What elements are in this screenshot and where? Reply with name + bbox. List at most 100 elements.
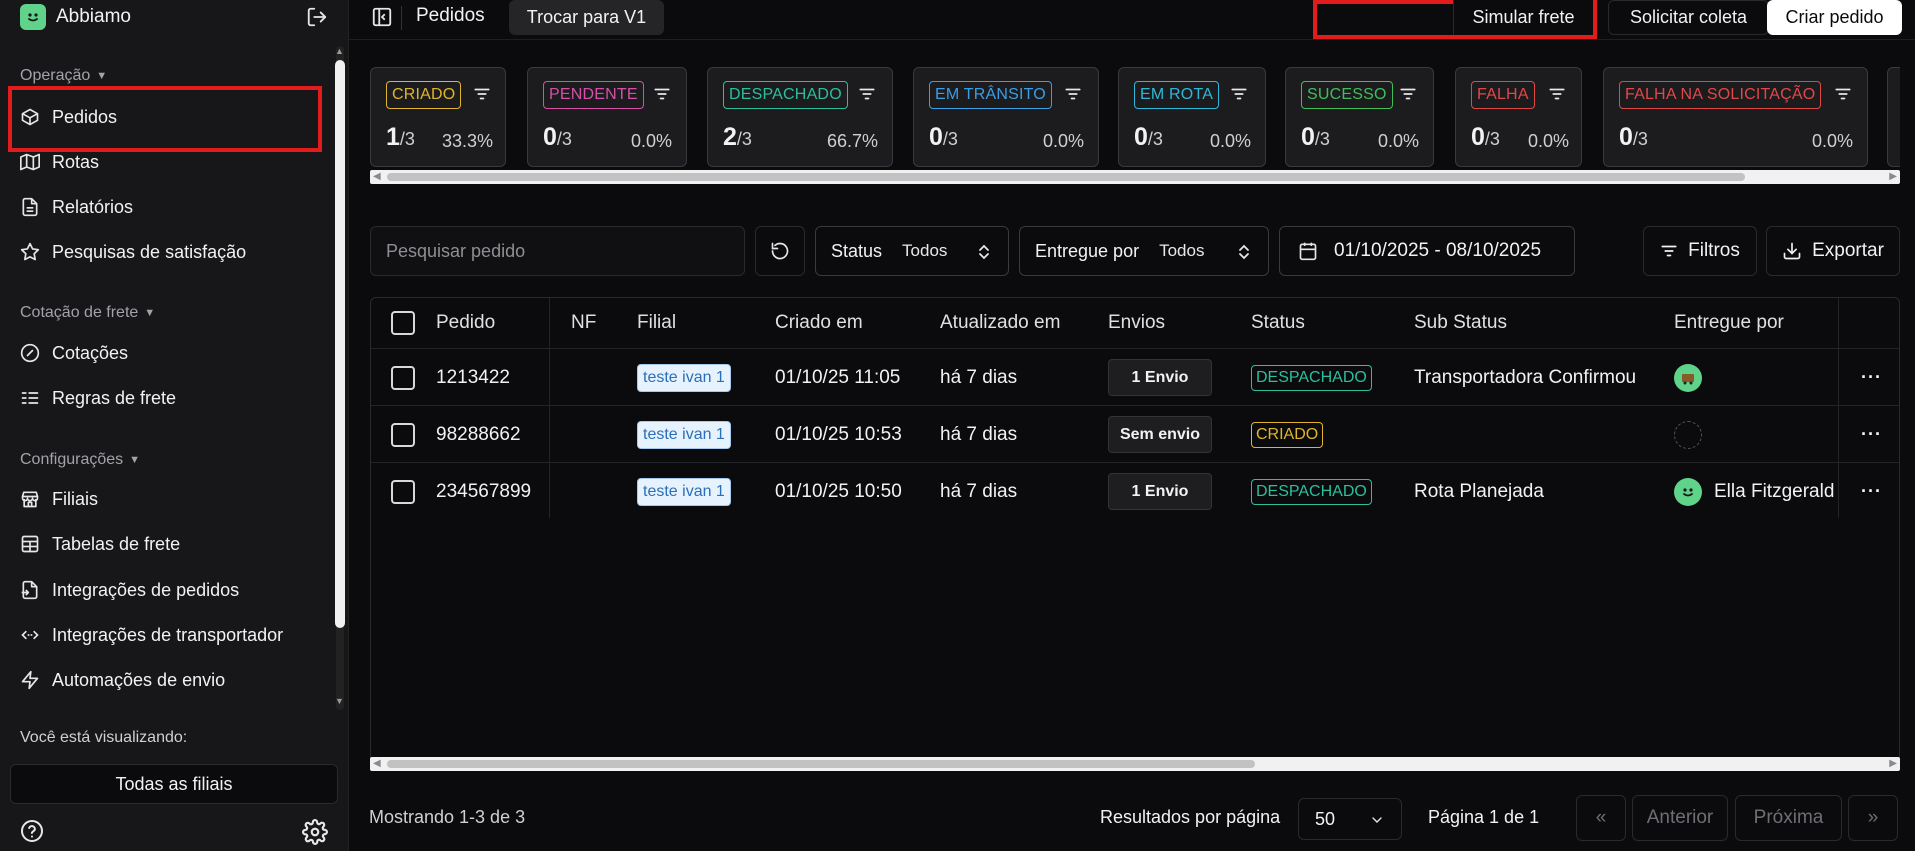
row-actions-button[interactable]: ··· [1861,463,1882,520]
export-button[interactable]: Exportar [1766,226,1900,276]
filter-icon[interactable] [653,85,671,103]
status-card-falha[interactable]: FALHA 0/3 0.0% [1455,67,1582,167]
status-card-partial[interactable] [1887,67,1900,167]
col-header-entregue[interactable]: Entregue por [1674,298,1784,348]
scrollbar-thumb[interactable] [335,60,345,628]
col-header-filial[interactable]: Filial [637,298,676,348]
cell-pedido[interactable]: 234567899 [436,463,531,520]
cards-scrollbar[interactable]: ◀ ▶ [370,170,1900,184]
row-actions-button[interactable]: ··· [1861,406,1882,463]
table-scrollbar[interactable]: ◀ ▶ [370,757,1900,771]
scrollbar-thumb[interactable] [387,760,1255,768]
scroll-left-icon[interactable]: ◀ [373,758,381,769]
select-all-checkbox[interactable] [391,298,415,348]
section-title-configuracoes[interactable]: Configurações ▼ [20,451,140,469]
sidebar-item-relatorios[interactable]: Relatórios [20,190,133,224]
scrollbar-thumb[interactable] [387,173,1745,181]
branch-selector[interactable]: Todas as filiais [10,764,338,804]
col-header-substatus[interactable]: Sub Status [1414,298,1507,348]
request-pickup-button[interactable]: Solicitar coleta [1608,0,1769,35]
status-card-pendente[interactable]: PENDENTE 0/3 0.0% [527,67,687,167]
simulate-freight-button[interactable]: Simular frete [1453,0,1593,35]
gear-icon[interactable] [302,819,328,845]
checkbox[interactable] [391,311,415,335]
previous-page-button[interactable]: Anterior [1632,795,1728,841]
col-header-pedido[interactable]: Pedido [436,298,495,348]
first-page-button[interactable]: « [1576,795,1626,841]
create-order-button[interactable]: Criar pedido [1767,0,1902,35]
status-card-falha-solicitacao[interactable]: FALHA NA SOLICITAÇÃO 0/3 0.0% [1603,67,1868,167]
col-header-criado[interactable]: Criado em [775,298,863,348]
col-header-status[interactable]: Status [1251,298,1305,348]
filter-icon[interactable] [1230,85,1248,103]
status-card-em-transito[interactable]: EM TRÂNSITO 0/3 0.0% [913,67,1099,167]
sidebar-item-pesquisas[interactable]: Pesquisas de satisfação [20,235,246,269]
more-horizontal-icon[interactable]: ··· [1861,424,1882,445]
refresh-button[interactable] [755,226,805,276]
envios-chip[interactable]: 1 Envio [1108,473,1212,510]
status-card-em-rota[interactable]: EM ROTA 0/3 0.0% [1118,67,1266,167]
row-checkbox-cell[interactable] [391,463,415,520]
scroll-left-icon[interactable]: ◀ [373,171,381,182]
sidebar-item-cotacoes[interactable]: Cotações [20,336,128,370]
status-badge: SUCESSO [1301,81,1393,109]
filter-icon[interactable] [858,85,876,103]
sidebar-item-rotas[interactable]: Rotas [20,145,99,179]
delivered-by-select[interactable]: Entregue por Todos [1019,226,1269,276]
row-actions-button[interactable]: ··· [1861,349,1882,406]
filter-icon[interactable] [1548,85,1566,103]
filter-icon[interactable] [1064,85,1082,103]
sidebar-item-automacoes[interactable]: Automações de envio [20,663,225,697]
rows-per-page-select[interactable]: 50 [1298,798,1402,840]
next-page-button[interactable]: Próxima [1735,795,1842,841]
filters-button[interactable]: Filtros [1643,226,1757,276]
switch-version-button[interactable]: Trocar para V1 [509,0,664,35]
filter-icon[interactable] [1834,85,1852,103]
more-horizontal-icon[interactable]: ··· [1861,481,1882,502]
cell-pedido[interactable]: 98288662 [436,406,521,463]
filter-icon[interactable] [1399,85,1417,103]
caret-down-icon: ▼ [144,307,156,319]
cell-pedido[interactable]: 1213422 [436,349,510,406]
checkbox[interactable] [391,365,415,390]
brand[interactable]: Abbiamo [20,4,131,30]
last-page-button[interactable]: » [1848,795,1898,841]
table-row[interactable]: 98288662 teste ivan 1 01/10/25 10:53 há … [371,405,1899,463]
status-card-criado[interactable]: CRIADO 1/3 33.3% [370,67,506,167]
scroll-down-icon[interactable]: ▼ [335,696,344,706]
row-checkbox-cell[interactable] [391,406,415,463]
sidebar-item-regras[interactable]: Regras de frete [20,381,176,415]
table-row[interactable]: 234567899 teste ivan 1 01/10/25 10:50 há… [371,462,1899,520]
sidebar-item-pedidos[interactable]: Pedidos [20,100,117,134]
envios-chip[interactable]: Sem envio [1108,416,1212,453]
sidebar-scrollbar[interactable]: ▲ ▼ [333,46,347,710]
col-header-atualizado[interactable]: Atualizado em [940,298,1060,348]
section-label: Operação [20,67,91,84]
filter-icon[interactable] [473,85,491,103]
envios-chip[interactable]: 1 Envio [1108,359,1212,396]
sidebar-item-tabelas[interactable]: Tabelas de frete [20,527,180,561]
panel-toggle-icon[interactable] [371,6,393,28]
checkbox[interactable] [391,479,415,504]
logout-icon[interactable] [306,6,328,28]
status-card-sucesso[interactable]: SUCESSO 0/3 0.0% [1285,67,1434,167]
help-icon[interactable] [20,819,44,843]
section-title-operacao[interactable]: Operação ▼ [20,67,107,85]
sidebar-item-filiais[interactable]: Filiais [20,482,98,516]
row-checkbox-cell[interactable] [391,349,415,406]
col-header-nf[interactable]: NF [571,298,596,348]
col-header-envios[interactable]: Envios [1108,298,1165,348]
checkbox[interactable] [391,422,415,447]
sidebar-item-integracoes-pedidos[interactable]: Integrações de pedidos [20,573,239,607]
sidebar-item-integracoes-transportador[interactable]: Integrações de transportador [20,618,283,652]
more-horizontal-icon[interactable]: ··· [1861,367,1882,388]
scroll-right-icon[interactable]: ▶ [1889,171,1897,182]
date-range-picker[interactable]: 01/10/2025 - 08/10/2025 [1279,226,1575,276]
status-card-despachado[interactable]: DESPACHADO 2/3 66.7% [707,67,893,167]
status-select[interactable]: Status Todos [815,226,1009,276]
scroll-up-icon[interactable]: ▲ [335,46,344,56]
section-title-cotacao[interactable]: Cotação de frete ▼ [20,304,155,322]
search-input[interactable]: Pesquisar pedido [370,226,745,276]
table-row[interactable]: 1213422 teste ivan 1 01/10/25 11:05 há 7… [371,348,1899,406]
scroll-right-icon[interactable]: ▶ [1889,758,1897,769]
